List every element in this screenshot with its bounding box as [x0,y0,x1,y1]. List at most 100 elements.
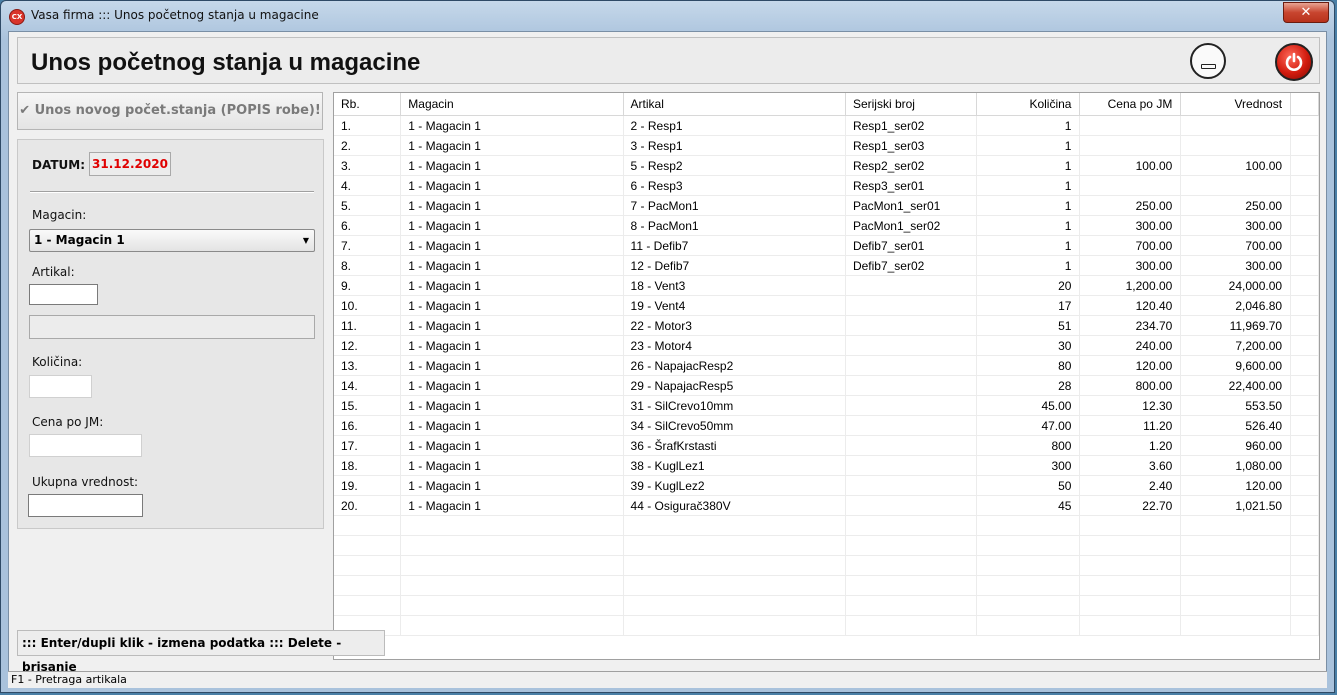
cell-serijski-broj: Resp1_ser03 [845,135,977,156]
table-row[interactable]: 5. 1 - Magacin 17 - PacMon1 PacMon1_ser01 1… [334,195,1319,216]
cell-serijski-broj [845,375,977,396]
table-row[interactable]: 2. 1 - Magacin 13 - Resp1 Resp1_ser03 1 [334,135,1319,156]
entry-form-panel: DATUM: 31.12.2020 Magacin: 1 - Magacin 1… [17,139,324,529]
cell-cena-po-jm [1079,575,1182,596]
table-row[interactable]: 4. 1 - Magacin 16 - Resp3 Resp3_ser01 1 [334,175,1319,196]
cell-rb: 13. [334,355,402,376]
cell-magacin [400,595,624,616]
title-bar[interactable]: CX Vasa firma ::: Unos početnog stanja u… [1,1,1334,31]
cell-vrednost [1180,135,1292,156]
table-header-row: Rb. Magacin Artikal Serijski broj Količina Ce… [334,93,1319,116]
magacin-select[interactable]: 1 - Magacin 1 ▼ [29,229,315,252]
cell-artikal: 26 - NapajacResp2 [623,355,846,376]
cell-rb: 20. [334,495,402,516]
cell-cena-po-jm: 700.00 [1079,235,1182,256]
table-row[interactable]: 11. 1 - Magacin 1 22 - Motor3 51 234.70 11,96… [334,315,1319,336]
cell-kolicina: 50 [976,475,1081,496]
table-row[interactable]: 10. 1 - Magacin 1 19 - Vent4 17 120.40 2,046.… [334,295,1319,316]
cell-artikal [623,615,846,636]
cell-serijski-broj [845,615,977,636]
cell-magacin [400,515,624,536]
table-row[interactable]: 12. 1 - Magacin 1 23 - Motor4 30 240.00 7,200… [334,335,1319,356]
cell-kolicina: 1 [976,135,1081,156]
datum-field[interactable]: 31.12.2020 [89,152,171,176]
cell-vrednost: 11,969.70 [1180,315,1292,336]
table-row[interactable]: 18. 1 - Magacin 1 38 - KuglLez1 300 3.60 1,08… [334,455,1319,476]
column-header-kolicina[interactable]: Količina [976,93,1081,116]
table-row[interactable]: 13. 1 - Magacin 1 26 - NapajacResp2 80 120.0… [334,355,1319,376]
cell-filler [1290,575,1319,596]
cell-vrednost [1180,535,1292,556]
table-row[interactable]: 7. 1 - Magacin 1 11 - Defib7 Defib7_ser01 1 7… [334,235,1319,256]
table-row[interactable]: 16. 1 - Magacin 1 34 - SilCrevo50mm 47.00 11… [334,415,1319,436]
cell-kolicina: 51 [976,315,1081,336]
table-row[interactable]: 9. 1 - Magacin 1 18 - Vent3 20 1,200.00 24,00… [334,275,1319,296]
cell-filler [1290,195,1319,216]
minimize-icon[interactable] [1190,43,1226,79]
cell-kolicina [976,615,1081,636]
cell-magacin: 1 - Magacin 1 [400,335,624,356]
cell-kolicina: 1 [976,255,1081,276]
column-header-serijski-broj[interactable]: Serijski broj [845,93,977,116]
cell-serijski-broj: Resp2_ser02 [845,155,977,176]
cell-vrednost: 960.00 [1180,435,1292,456]
cell-filler [1290,355,1319,376]
window-close-button[interactable]: ✕ [1283,2,1329,23]
cell-filler [1290,215,1319,236]
table-row[interactable]: 1. 1 - Magacin 12 - Resp1 Resp1_ser02 1 [334,115,1319,136]
cell-artikal [623,535,846,556]
cell-rb: 3. [334,155,402,176]
table-row[interactable]: 6. 1 - Magacin 18 - PacMon1 PacMon1_ser02 1… [334,215,1319,236]
cell-filler [1290,395,1319,416]
cell-cena-po-jm: 1.20 [1079,435,1182,456]
cell-artikal: 29 - NapajacResp5 [623,375,846,396]
column-header-artikal[interactable]: Artikal [623,93,846,116]
cell-serijski-broj [845,395,977,416]
column-header-vrednost[interactable]: Vrednost [1180,93,1292,116]
cell-filler [1290,495,1319,516]
table-row[interactable]: 19. 1 - Magacin 1 39 - KuglLez2 50 2.40 120.0… [334,475,1319,496]
cell-filler [1290,155,1319,176]
cell-filler [1290,135,1319,156]
column-header-rb[interactable]: Rb. [334,93,402,116]
cell-rb: 4. [334,175,402,196]
table-row[interactable]: 14. 1 - Magacin 1 29 - NapajacResp5 28 800.0… [334,375,1319,396]
cell-rb: 8. [334,255,402,276]
cell-magacin [400,535,624,556]
cell-vrednost: 100.00 [1180,155,1292,176]
column-header-cena-po-jm[interactable]: Cena po JM [1079,93,1182,116]
table-row[interactable]: 15. 1 - Magacin 1 31 - SilCrevo10mm 45.00 12… [334,395,1319,416]
cell-cena-po-jm [1079,515,1182,536]
cell-magacin: 1 - Magacin 1 [400,455,624,476]
cell-rb: 6. [334,215,402,236]
cell-serijski-broj: Resp3_ser01 [845,175,977,196]
kolicina-input[interactable] [29,375,92,398]
table-row[interactable]: 17. 1 - Magacin 1 36 - ŠrafKrstasti 800 1.20… [334,435,1319,456]
cell-kolicina: 300 [976,455,1081,476]
table-row[interactable]: 8. 1 - Magacin 1 12 - Defib7 Defib7_ser02 1 3… [334,255,1319,276]
cell-vrednost: 300.00 [1180,215,1292,236]
column-header-magacin[interactable]: Magacin [400,93,624,116]
ukupno-input[interactable] [28,494,143,517]
table-row[interactable]: 3. 1 - Magacin 15 - Resp2 Resp2_ser02 1 100.… [334,155,1319,176]
keyboard-hint-bar: ::: Enter/dupli klik - izmena podatka ::… [17,630,385,674]
cell-kolicina [976,535,1081,556]
cell-serijski-broj [845,455,977,476]
cena-input[interactable] [29,434,142,457]
power-icon[interactable] [1275,43,1313,81]
form-divider [30,191,314,193]
cell-cena-po-jm: 240.00 [1079,335,1182,356]
cell-filler [1290,375,1319,396]
cell-magacin [400,575,624,596]
cell-serijski-broj [845,415,977,436]
new-inventory-button[interactable]: ✔ Unos novog počet.stanja (POPIS robe)! [17,92,323,130]
table-row[interactable]: 20. 1 - Magacin 1 44 - Osigurač380V 45 22.70… [334,495,1319,516]
cell-cena-po-jm [1079,535,1182,556]
cell-cena-po-jm: 2.40 [1079,475,1182,496]
cell-vrednost [1180,555,1292,576]
inventory-grid[interactable]: Rb. Magacin Artikal Serijski broj Količina Ce… [333,92,1320,660]
cell-kolicina: 1 [976,215,1081,236]
artikal-input[interactable] [29,284,98,305]
cell-vrednost: 24,000.00 [1180,275,1292,296]
cell-cena-po-jm: 12.30 [1079,395,1182,416]
